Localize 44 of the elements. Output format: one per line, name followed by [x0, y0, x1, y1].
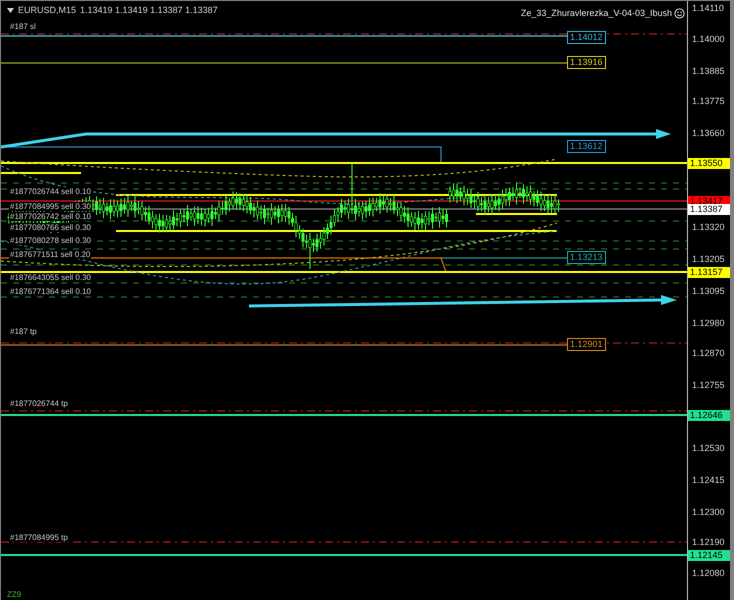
price-line-label: 1.13213 — [567, 251, 606, 264]
order-label: #1877026744 sell 0.10 — [9, 187, 92, 196]
expert-name: Ze_33_Zhuravlerezka_V-04-03_Ibush — [520, 7, 672, 20]
order-label: #1876771364 sell 0.10 — [9, 287, 92, 296]
order-label: #1877080766 sell 0.30 — [9, 223, 92, 232]
footer-label: ZZ9 — [7, 590, 22, 600]
price-tick-label: 1.12190 — [692, 537, 725, 548]
order-label: #1877080278 sell 0.30 — [9, 236, 92, 245]
price-tick-label: 1.12755 — [692, 380, 725, 391]
price-marker: 1.13157 — [688, 267, 730, 278]
order-label: #1877084995 tp — [9, 533, 69, 542]
price-line-label: 1.12901 — [567, 338, 606, 351]
order-label: #1876771511 sell 0.20 — [9, 250, 92, 259]
order-label: #187 tp — [9, 327, 38, 336]
order-label: #187 sl — [9, 22, 37, 31]
price-tick-label: 1.12300 — [692, 507, 725, 518]
price-tick-label: 1.14110 — [692, 3, 724, 14]
price-tick-label: 1.13660 — [692, 128, 725, 139]
chart-symbol: EURUSD,M15 — [18, 4, 76, 17]
order-label: #1877084995 sell 0.30 — [9, 202, 92, 211]
price-tick-label: 1.13205 — [692, 254, 725, 265]
order-label: #1876643055 sell 0.30 — [9, 273, 92, 282]
price-tick-label: 1.13885 — [692, 66, 725, 77]
price-line-label: 1.14012 — [567, 31, 606, 44]
price-marker: 1.12145 — [688, 550, 730, 561]
order-label: #1877026744 tp — [9, 399, 69, 408]
price-tick-label: 1.13095 — [692, 286, 725, 297]
smiley-icon — [674, 8, 685, 20]
price-tick-label: 1.12080 — [692, 568, 725, 579]
collapse-triangle-icon[interactable] — [7, 8, 14, 14]
price-tick-label: 1.14000 — [692, 34, 725, 45]
order-label: #1877026742 sell 0.10 — [9, 212, 92, 221]
price-tick-label: 1.13320 — [692, 222, 725, 233]
price-tick-label: 1.12530 — [692, 443, 725, 454]
price-line-label: 1.13612 — [567, 140, 606, 153]
price-marker: 1.13387 — [688, 204, 730, 215]
price-tick-label: 1.12980 — [692, 318, 725, 329]
price-marker: 1.12646 — [688, 410, 730, 421]
price-tick-label: 1.13775 — [692, 96, 725, 107]
chart-quotes: 1.13419 1.13419 1.13387 1.13387 — [80, 4, 218, 17]
price-tick-label: 1.12415 — [692, 475, 725, 486]
price-tick-label: 1.12870 — [692, 348, 725, 359]
price-line-label: 1.13916 — [567, 56, 606, 69]
price-marker: 1.13550 — [688, 158, 730, 169]
